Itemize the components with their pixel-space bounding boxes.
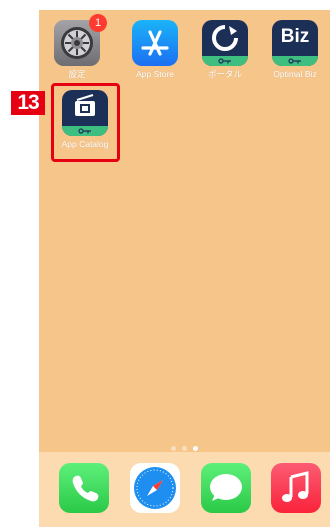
dock [39,452,330,527]
safari-icon[interactable] [130,463,180,513]
page-dot-active[interactable] [193,446,198,451]
page-indicator[interactable] [39,446,330,451]
page-dot[interactable] [182,446,187,451]
app-optimal-biz[interactable]: Biz Optimal Biz [265,20,325,79]
highlight-box [51,83,120,162]
app-app-store[interactable]: App Store [125,20,185,79]
app-label: Optimal Biz [273,69,317,79]
app-label: 設定 [68,69,86,79]
music-icon[interactable] [271,463,321,513]
app-store-icon [132,20,178,66]
app-settings[interactable]: 1 設定 [47,14,107,79]
app-portal[interactable]: ポータル [195,20,255,79]
step-number-badge: 13 [11,91,45,115]
portal-icon [202,20,248,66]
key-icon [272,56,318,66]
page-dot[interactable] [171,446,176,451]
biz-icon-text: Biz [280,26,310,47]
optimal-biz-icon: Biz [272,20,318,66]
messages-icon[interactable] [201,463,251,513]
key-icon [202,56,248,66]
phone-icon[interactable] [59,463,109,513]
app-label: ポータル [207,69,242,79]
settings-gear-icon: 1 [54,14,107,66]
notification-badge: 1 [89,14,107,32]
app-label: App Store [136,69,174,79]
